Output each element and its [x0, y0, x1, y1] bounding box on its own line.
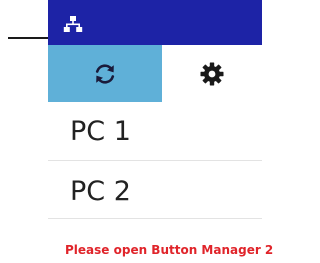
pc-list-item-1[interactable]: PC 1 — [48, 102, 262, 160]
tab-settings[interactable] — [162, 45, 262, 102]
refresh-icon — [95, 63, 115, 84]
title-bar — [48, 0, 262, 45]
pc-list-item-2[interactable]: PC 2 — [48, 162, 262, 220]
status-message: Please open Button Manager 2 — [65, 243, 274, 257]
network-icon — [63, 16, 83, 32]
button-manager-panel: PC 1 PC 2 Please open Button Manager 2 — [48, 0, 273, 263]
pointer-line — [8, 37, 48, 39]
pc-label: PC 2 — [70, 175, 131, 207]
tab-bar — [48, 45, 262, 102]
divider — [48, 160, 262, 161]
pc-label: PC 1 — [70, 115, 131, 147]
gear-icon — [200, 62, 224, 85]
app-frame: PC 1 PC 2 Please open Button Manager 2 — [0, 0, 273, 263]
tab-refresh[interactable] — [48, 45, 162, 102]
divider — [48, 218, 262, 219]
